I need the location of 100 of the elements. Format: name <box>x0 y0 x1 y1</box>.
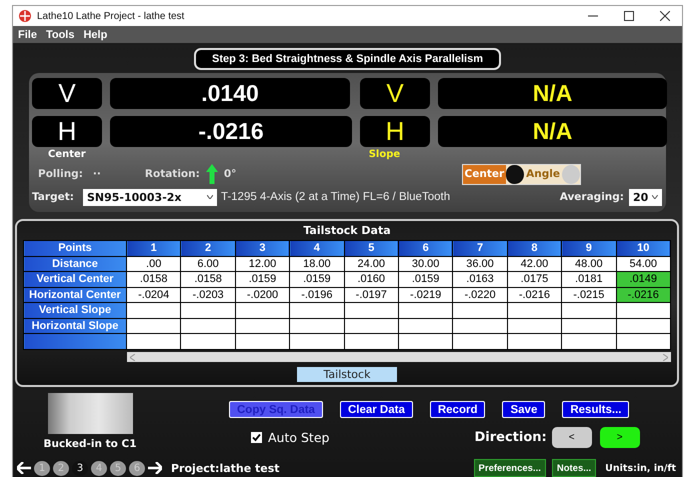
table-cell: 18.00 <box>290 256 344 272</box>
target-description: T-1295 4-Axis (2 at a Time) FL=6 / BlueTooth <box>220 191 450 203</box>
toggle-knob <box>506 164 524 184</box>
direction-button[interactable]: < <box>552 427 592 448</box>
center-label: Center <box>48 149 86 162</box>
direction-button[interactable]: > <box>600 427 640 448</box>
table-cell <box>235 302 290 318</box>
table-cell <box>290 302 344 318</box>
tab[interactable]: Tailstock <box>297 367 397 382</box>
column-header: 1 <box>126 240 181 256</box>
column-header: 8 <box>507 240 562 256</box>
table-cell <box>290 334 344 349</box>
action-button[interactable]: Clear Data <box>340 401 413 418</box>
table-cell <box>452 302 508 318</box>
table-cell: -.0216 <box>616 287 670 302</box>
action-button[interactable]: Save <box>502 401 546 418</box>
table-cell <box>562 318 616 334</box>
table-cell <box>452 318 508 334</box>
row-header: Vertical Slope <box>24 302 126 318</box>
table-cell <box>452 334 508 349</box>
table-cell <box>616 318 670 334</box>
table-cell: .0160 <box>344 272 398 287</box>
table-cell: 48.00 <box>562 256 616 272</box>
menu-item[interactable]: Help <box>83 28 108 40</box>
center-angle-toggle[interactable]: Center Angle <box>462 164 581 184</box>
table-cell <box>562 334 616 349</box>
table-cell: -.0219 <box>398 287 453 302</box>
table-title: Tailstock Data <box>302 224 392 239</box>
menu-item[interactable]: File <box>18 28 37 40</box>
step-title: Step 3: Bed Straightness & Spindle Axis Parallelism <box>194 48 501 70</box>
table-cell <box>180 334 236 349</box>
table-cell: -.0197 <box>344 287 398 302</box>
project-name: Project:lathe test <box>171 462 280 474</box>
averaging-label: Averaging: <box>560 191 624 203</box>
column-header: 7 <box>452 240 508 256</box>
table-cell <box>344 334 398 349</box>
table-cell: -.0204 <box>126 287 181 302</box>
rotation-value: 0° <box>224 168 236 180</box>
window-title: Lathe10 Lathe Project - lathe test <box>37 10 184 22</box>
table-cell: .0159 <box>235 272 290 287</box>
column-header: 3 <box>235 240 290 256</box>
table-cell <box>290 318 344 334</box>
table-cell: .0181 <box>562 272 616 287</box>
row-header: Distance <box>24 256 126 272</box>
menu-item[interactable]: Tools <box>46 28 74 40</box>
forward-arrow-icon[interactable] <box>148 462 162 474</box>
table-cell: -.0203 <box>180 287 236 302</box>
readout-value: .0140 <box>110 78 350 109</box>
table-cell <box>507 302 562 318</box>
back-arrow-icon[interactable] <box>17 462 31 474</box>
table-cell: .0175 <box>507 272 562 287</box>
footer-button[interactable]: Preferences... <box>474 459 546 477</box>
table-cell <box>562 302 616 318</box>
table-cell: 42.00 <box>507 256 562 272</box>
table-cell <box>180 318 236 334</box>
step-button[interactable]: 3 <box>72 460 88 476</box>
table-cell: -.0196 <box>290 287 344 302</box>
table-cell: 54.00 <box>616 256 670 272</box>
table-cell: -.0220 <box>452 287 508 302</box>
action-button[interactable]: Record <box>430 401 486 418</box>
table-cell: 36.00 <box>452 256 508 272</box>
table-cell <box>398 318 453 334</box>
table-cell <box>616 334 670 349</box>
column-header: 2 <box>180 240 236 256</box>
checkbox-label: Auto Step <box>268 430 330 445</box>
table-cell <box>398 302 453 318</box>
rotation-label: Rotation: <box>144 168 200 180</box>
column-header: 6 <box>398 240 453 256</box>
maximize-icon[interactable] <box>624 11 634 21</box>
table-cell: .0159 <box>290 272 344 287</box>
photo-caption: Bucked-in to C1 <box>43 438 137 450</box>
checkbox[interactable] <box>251 432 262 443</box>
action-button[interactable]: Results... <box>562 401 630 418</box>
table-cell: .0158 <box>126 272 181 287</box>
caret-icon <box>206 195 213 199</box>
polling-value: ·· <box>92 168 102 180</box>
table-cell: 24.00 <box>344 256 398 272</box>
table-cell <box>126 334 181 349</box>
footer-button[interactable]: Notes... <box>552 459 596 477</box>
averaging-dropdown[interactable]: 20 <box>629 188 662 206</box>
target-dropdown[interactable]: SN95-10003-2x <box>82 188 217 206</box>
close-icon[interactable] <box>660 11 670 21</box>
readout-value: -.0216 <box>110 116 352 147</box>
table-cell <box>344 302 398 318</box>
column-header: 5 <box>344 240 398 256</box>
axis-label: V <box>360 78 430 109</box>
toggle-knob <box>562 164 580 184</box>
axis-label: H <box>32 116 102 147</box>
table-cell <box>180 302 236 318</box>
table-cell: 30.00 <box>398 256 453 272</box>
table-cell <box>126 302 181 318</box>
table-cell: .0163 <box>452 272 508 287</box>
table-cell <box>507 334 562 349</box>
table-cell: 12.00 <box>235 256 290 272</box>
table-cell: .0149 <box>616 272 670 287</box>
table-cell: .00 <box>126 256 181 272</box>
column-header: 4 <box>290 240 344 256</box>
column-header: 9 <box>562 240 616 256</box>
toggle-option[interactable]: Angle <box>524 164 562 184</box>
table-cell <box>235 334 290 349</box>
